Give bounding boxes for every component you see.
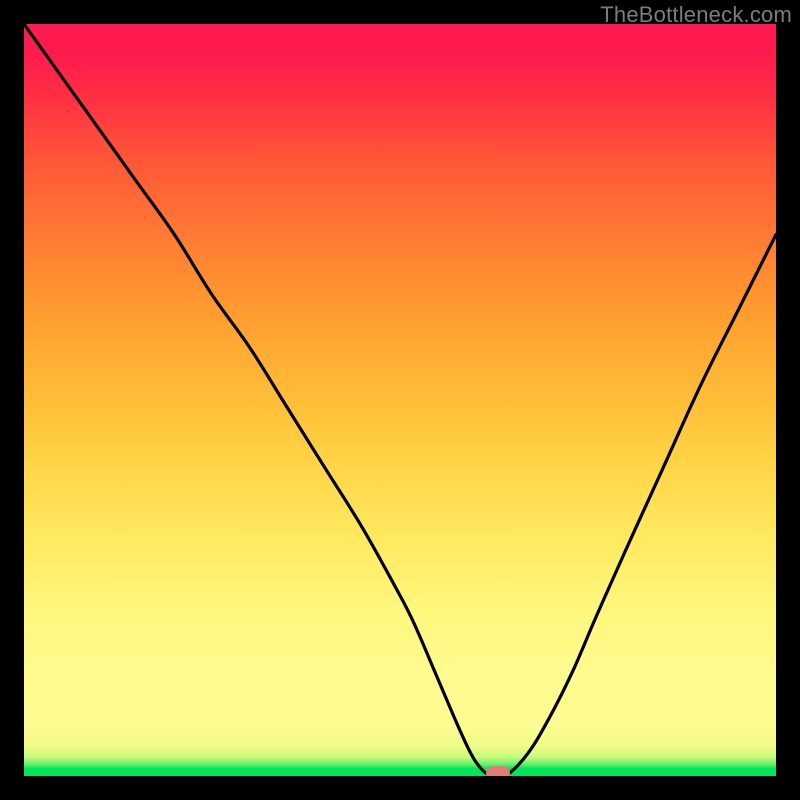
watermark-text: TheBottleneck.com [600,2,792,28]
bottleneck-curve [24,24,776,776]
plot-area [24,24,776,776]
chart-frame: TheBottleneck.com [0,0,800,800]
optimal-point-marker [486,766,510,776]
